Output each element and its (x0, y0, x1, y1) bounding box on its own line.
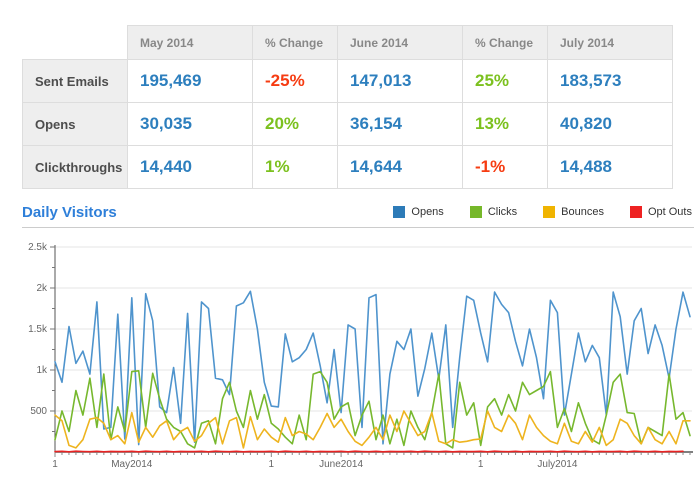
table-row: Opens30,03520%36,15413%40,820 (23, 103, 673, 146)
table-row: Clickthroughs14,4401%14,644-1%14,488 (23, 146, 673, 189)
row-label: Opens (23, 103, 128, 146)
pct-change: 20% (253, 103, 338, 146)
pct-change: -25% (253, 60, 338, 103)
table-row: Sent Emails195,469-25%147,01325%183,573 (23, 60, 673, 103)
opt-outs-swatch-icon (630, 206, 642, 218)
bounces-swatch-icon (543, 206, 555, 218)
legend-item-clicks[interactable]: Clicks (470, 206, 517, 218)
opens-swatch-icon (393, 206, 405, 218)
column-header-0: May 2014 (128, 26, 253, 60)
legend-item-opens[interactable]: Opens (393, 206, 443, 218)
x-axis-label: June2014 (319, 459, 363, 470)
legend-item-opt-outs[interactable]: Opt Outs (630, 206, 692, 218)
row-label: Clickthroughs (23, 146, 128, 189)
y-axis-label: 2.5k (28, 242, 48, 253)
chart-legend: Opens Clicks Bounces Opt Outs (393, 206, 692, 218)
x-axis-label: May2014 (111, 459, 153, 470)
y-axis-label: 1.5k (28, 324, 48, 335)
legend-label: Bounces (561, 206, 604, 218)
x-axis-label: 1 (269, 459, 275, 470)
legend-label: Opens (411, 206, 443, 218)
metric-value: 40,820 (548, 103, 673, 146)
section-divider (22, 227, 694, 228)
column-header-3: % Change (463, 26, 548, 60)
pct-change: -1% (463, 146, 548, 189)
daily-visitors-title: Daily Visitors (22, 204, 117, 221)
legend-item-bounces[interactable]: Bounces (543, 206, 604, 218)
pct-change: 25% (463, 60, 548, 103)
metric-value: 147,013 (338, 60, 463, 103)
series-line-opt-outs[interactable] (55, 451, 683, 452)
pct-change: 1% (253, 146, 338, 189)
x-axis-label: July2014 (537, 459, 577, 470)
x-axis-label: 1 (478, 459, 484, 470)
y-axis-label: 1k (36, 365, 48, 376)
column-header-4: July 2014 (548, 26, 673, 60)
x-axis-label: 1 (52, 459, 58, 470)
table-header-row: May 2014% ChangeJune 2014% ChangeJuly 20… (23, 26, 673, 60)
table-corner-cell (23, 26, 128, 60)
metric-value: 183,573 (548, 60, 673, 103)
column-header-1: % Change (253, 26, 338, 60)
column-header-2: June 2014 (338, 26, 463, 60)
legend-label: Opt Outs (648, 206, 692, 218)
metric-value: 36,154 (338, 103, 463, 146)
metric-value: 14,644 (338, 146, 463, 189)
metric-value: 14,488 (548, 146, 673, 189)
row-label: Sent Emails (23, 60, 128, 103)
daily-visitors-chart[interactable]: 500 1k 1.5k 2k 2.5k 1 May2014 1 June2014 1 July201… (0, 238, 700, 477)
monthly-stats-table: May 2014% ChangeJune 2014% ChangeJuly 20… (22, 25, 673, 189)
clicks-swatch-icon (470, 206, 482, 218)
metric-value: 14,440 (128, 146, 253, 189)
y-axis-label: 500 (30, 406, 47, 417)
legend-label: Clicks (488, 206, 517, 218)
y-axis-label: 2k (36, 283, 48, 294)
pct-change: 13% (463, 103, 548, 146)
metric-value: 195,469 (128, 60, 253, 103)
metric-value: 30,035 (128, 103, 253, 146)
